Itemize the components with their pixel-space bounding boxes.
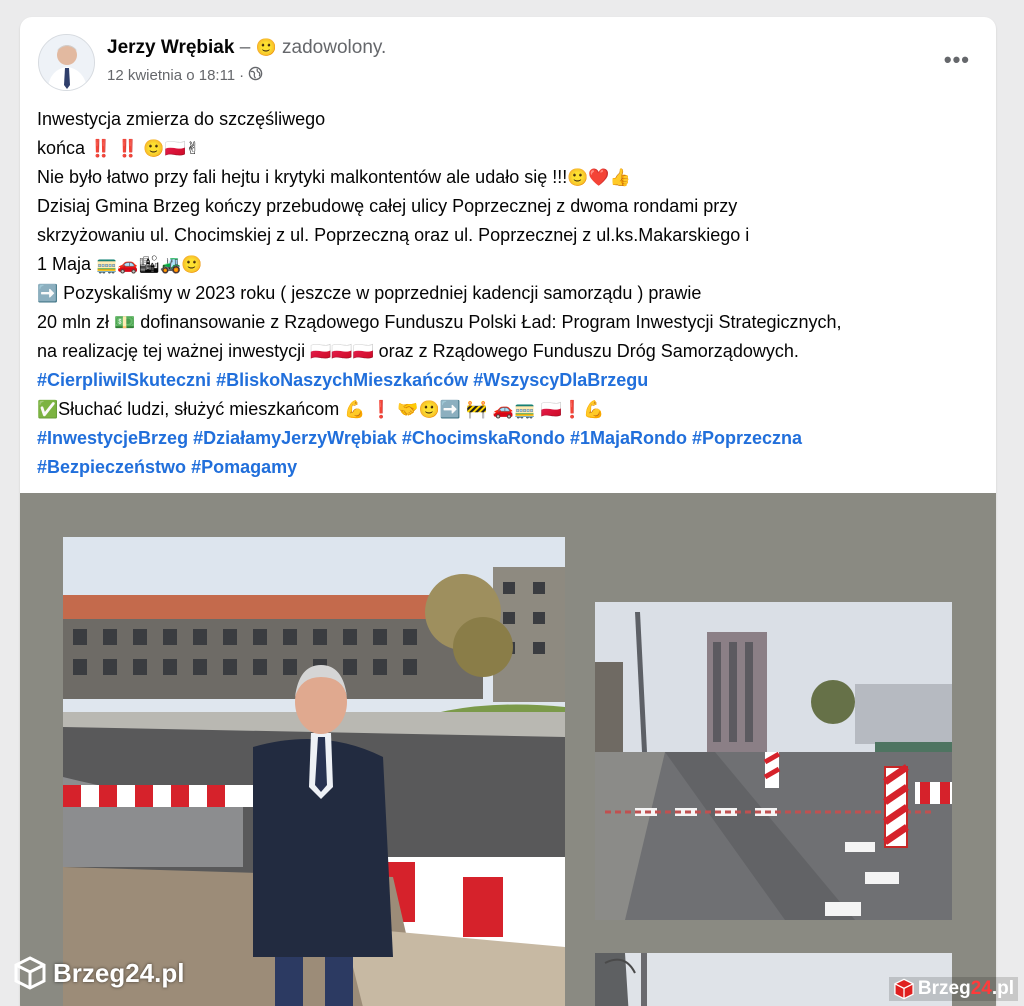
- post-meta: 12 kwietnia o 18:11 ·: [107, 66, 263, 85]
- hashtag-link[interactable]: #DziałamyJerzyWrębiak: [193, 428, 397, 448]
- text-line: Nie było łatwo przy fali hejtu i krytyki…: [37, 163, 992, 192]
- avatar[interactable]: [38, 34, 95, 91]
- text-line: na realizację tej ważnej inwestycji 🇵🇱🇵🇱…: [37, 337, 992, 366]
- poland-flag-icon: 🇵🇱🇵🇱🇵🇱: [310, 342, 374, 362]
- cube-logo-icon: [894, 978, 914, 1000]
- text-line: skrzyżowaniu ul. Chocimskiej z ul. Poprz…: [37, 221, 992, 250]
- watermark-right-suffix: .pl: [991, 978, 1014, 999]
- watermark-left-suffix: .pl: [154, 957, 185, 988]
- feeling-prefix: –: [239, 37, 256, 58]
- text-line: końca ‼️ ‼️ 🙂🇵🇱✌: [37, 134, 992, 163]
- text-segment: skrzyżowaniu ul. Chocimskiej z ul. Poprz…: [37, 225, 750, 245]
- cube-logo-icon: [14, 956, 46, 990]
- hashtag-link[interactable]: #WszyscyDlaBrzegu: [473, 370, 648, 390]
- photo-image: [63, 537, 565, 1006]
- text-segment: końca: [37, 138, 91, 158]
- smile-emoji-icon: 🙂: [255, 38, 277, 58]
- hashtag-link[interactable]: #InwestycjeBrzeg: [37, 428, 188, 448]
- post-media: [20, 493, 996, 1006]
- watermark-logo-right: Brzeg24.pl: [888, 977, 1018, 1001]
- hashtag-line: #Bezpieczeństwo #Pomagamy: [37, 453, 992, 482]
- photo-street-roundabout[interactable]: [595, 602, 952, 920]
- hashtag-link[interactable]: #Pomagamy: [191, 457, 297, 477]
- watermark-right-text: Brzeg: [917, 978, 971, 999]
- hashtag-link[interactable]: #CierpliwiISkuteczni: [37, 370, 211, 390]
- watermark-logo-left: Brzeg24.pl: [13, 956, 185, 990]
- meta-separator: ·: [239, 67, 245, 84]
- feeling-text: zadowolony.: [282, 37, 387, 58]
- post-header: Jerzy Wrębiak – 🙂 zadowolony. 12 kwietni…: [20, 17, 996, 102]
- text-line: Dzisiaj Gmina Brzeg kończy przebudowę ca…: [37, 192, 992, 221]
- text-segment: oraz z Rządowego Funduszu Dróg Samorządo…: [373, 341, 799, 361]
- arrow-right-icon: ➡️: [37, 284, 59, 304]
- post-text: Inwestycja zmierza do szczęśliwego końca…: [37, 105, 992, 482]
- photo-man-at-roundabout[interactable]: [63, 537, 565, 1006]
- emoji-group: 💪 ❗ 🤝🙂➡️ 🚧 🚗🚃 🇵🇱❗💪: [344, 400, 605, 420]
- photo-image: [595, 602, 952, 920]
- text-segment: Inwestycja zmierza do szczęśliwego: [37, 109, 326, 129]
- text-line: ✅Słuchać ludzi, służyć mieszkańcom 💪 ❗ 🤝…: [37, 395, 992, 424]
- text-line: 1 Maja 🚃🚗🏙🚜🙂: [37, 250, 992, 279]
- text-segment: 1 Maja: [37, 254, 97, 274]
- text-segment: 20 mln zł: [37, 312, 115, 332]
- hashtag-link[interactable]: #1MajaRondo: [570, 428, 687, 448]
- post-card: Jerzy Wrębiak – 🙂 zadowolony. 12 kwietni…: [20, 17, 996, 1006]
- text-line: 20 mln zł 💵 dofinansowanie z Rządowego F…: [37, 308, 992, 337]
- post-date[interactable]: 12 kwietnia o 18:11: [107, 67, 235, 84]
- text-segment: Nie było łatwo przy fali hejtu i krytyki…: [37, 167, 568, 187]
- hashtag-link[interactable]: #Bezpieczeństwo: [37, 457, 186, 477]
- text-segment: Pozyskaliśmy w 2023 roku ( jeszcze w pop…: [58, 283, 702, 303]
- hashtag-link[interactable]: #Poprzeczna: [692, 428, 802, 448]
- hashtag-line: #CierpliwiISkuteczni #BliskoNaszychMiesz…: [37, 366, 992, 395]
- check-mark-icon: ✅: [37, 400, 59, 420]
- author-name[interactable]: Jerzy Wrębiak: [107, 37, 234, 58]
- text-segment: Dzisiaj Gmina Brzeg kończy przebudowę ca…: [37, 196, 738, 216]
- globe-icon: [248, 66, 263, 85]
- text-segment: Słuchać ludzi, służyć mieszkańcom: [58, 399, 345, 419]
- emoji-group: 🙂❤️👍: [567, 168, 631, 188]
- author-line: Jerzy Wrębiak – 🙂 zadowolony.: [107, 37, 386, 59]
- hashtag-line: #InwestycjeBrzeg #DziałamyJerzyWrębiak #…: [37, 424, 992, 453]
- text-segment: dofinansowanie z Rządowego Funduszu Pols…: [135, 312, 842, 332]
- watermark-right-accent: 24: [970, 978, 992, 999]
- money-icon: 💵: [114, 313, 136, 333]
- emoji-group: 🚃🚗🏙🚜🙂: [96, 255, 203, 275]
- hashtag-link[interactable]: #BliskoNaszychMieszkańców: [216, 370, 468, 390]
- hashtag-link[interactable]: #ChocimskaRondo: [402, 428, 565, 448]
- more-options-button[interactable]: •••: [944, 47, 970, 73]
- double-exclamation-icon: ‼️ ‼️: [90, 139, 139, 159]
- text-line: Inwestycja zmierza do szczęśliwego: [37, 105, 992, 134]
- text-segment: na realizację tej ważnej inwestycji: [37, 341, 311, 361]
- text-line: ➡️ Pozyskaliśmy w 2023 roku ( jeszcze w …: [37, 279, 992, 308]
- emoji-group: 🙂🇵🇱✌: [143, 139, 200, 159]
- watermark-left-text: Brzeg24: [53, 957, 155, 988]
- avatar-image: [39, 35, 94, 90]
